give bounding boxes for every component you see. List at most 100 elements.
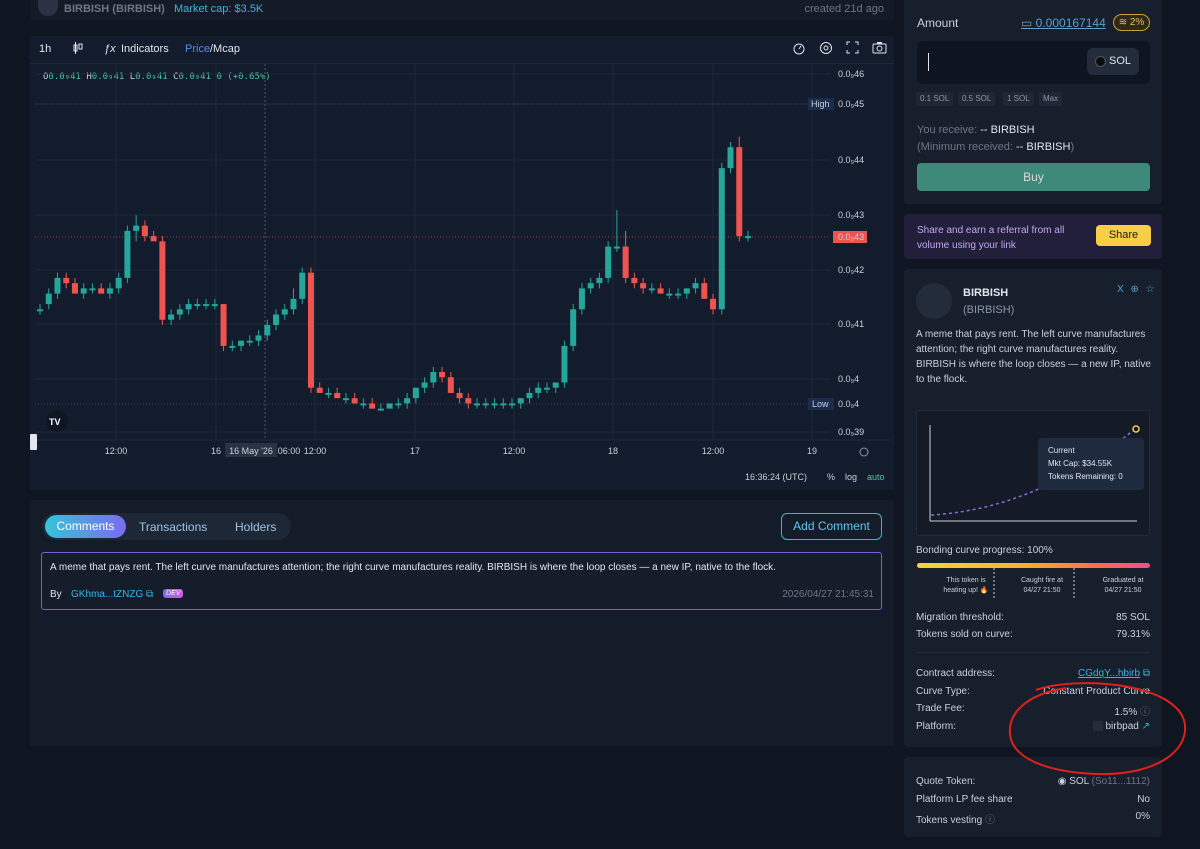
y-tick-label: 0.0₉46 <box>838 69 864 79</box>
candle-body <box>316 387 323 393</box>
tokens-vesting-value: 0% <box>1135 811 1150 822</box>
social-links-icon[interactable]: X ⊕ ☆ <box>1117 284 1157 295</box>
indicators-button[interactable]: Indicators <box>121 43 169 55</box>
price-toggle[interactable]: Price <box>185 43 210 55</box>
comment-card <box>41 552 882 610</box>
x-tick-label: 17 <box>410 446 420 456</box>
y-tick-label: 0.0₉41 <box>838 319 864 329</box>
x-tick-label: 19 <box>807 446 817 456</box>
share-button[interactable]: Share <box>1096 225 1151 246</box>
candle-body <box>421 382 428 388</box>
candle-body <box>238 340 245 346</box>
amount-balance[interactable]: ▭ 0.000167144 <box>1021 16 1106 30</box>
candle-body <box>377 408 384 411</box>
candle-body <box>701 283 708 299</box>
settings-icon[interactable] <box>819 41 833 58</box>
x-tick-label: 18 <box>608 446 618 456</box>
interval-button[interactable]: 1h <box>39 43 51 55</box>
token-description: A meme that pays rent. The left curve ma… <box>916 329 1151 385</box>
candle-body <box>692 283 699 289</box>
candle-body <box>640 283 647 289</box>
bonding-curve-progress-bar <box>917 563 1150 568</box>
milestone-graduated: Graduated at 04/27 21:50 <box>1102 577 1144 594</box>
mcap-toggle[interactable]: /Mcap <box>210 43 240 55</box>
x-tick-label: 16 May '26 <box>229 446 273 456</box>
copy-icon[interactable]: ⧉ <box>1143 668 1150 679</box>
migration-threshold-value: 85 SOL <box>1116 612 1150 623</box>
candle-body <box>264 324 271 336</box>
candle-body <box>71 283 78 294</box>
x-tick-label: 12:00 <box>304 446 327 456</box>
candle-body <box>543 387 550 390</box>
quick-amount-0-5[interactable]: 0.5 SOL <box>958 92 996 106</box>
candle-body <box>229 345 236 348</box>
x-tick-label: 12:00 <box>503 446 526 456</box>
alert-icon[interactable] <box>792 41 806 58</box>
comment-timestamp: 2026/04/27 21:45:31 <box>782 589 874 600</box>
info-icon[interactable]: ⓘ <box>985 815 995 826</box>
text-caret <box>928 53 929 71</box>
tab-comments[interactable]: Comments <box>45 515 126 538</box>
candle-body <box>535 387 542 393</box>
tradingview-logo-text: TV <box>49 417 61 427</box>
created-time: created 21d ago <box>804 3 884 15</box>
quick-amount-0-1[interactable]: 0.1 SOL <box>916 92 954 106</box>
candle-body <box>273 314 279 325</box>
candle-body <box>211 304 218 307</box>
candle-body <box>386 403 393 409</box>
candle-body <box>369 403 376 409</box>
tab-holders[interactable]: Holders <box>235 520 276 534</box>
fullscreen-icon[interactable] <box>846 41 859 57</box>
x-tick-label: 12:00 <box>702 446 725 456</box>
candle-body <box>622 246 629 278</box>
candle-body <box>631 277 638 284</box>
sol-icon <box>1095 56 1106 67</box>
screenshot-icon[interactable] <box>872 41 887 57</box>
candle-body <box>474 403 481 406</box>
candle-body <box>220 304 227 346</box>
candlestick-chart[interactable]: 0.0₉46 High 0.0₉45 0.0₉44 0.0₉43 0.0₉43 0.0₉42… <box>30 64 894 490</box>
candle-body <box>334 392 341 399</box>
candle-body <box>54 277 61 294</box>
y-tick-label: 0.0₉45 <box>838 99 864 109</box>
candle-body <box>491 403 498 406</box>
quick-amount-1[interactable]: 1 SOL <box>1003 92 1034 106</box>
candle-body <box>439 372 446 378</box>
copy-icon[interactable]: ⧉ <box>146 589 153 600</box>
candle-body <box>500 403 507 406</box>
high-label: High <box>811 99 830 109</box>
slippage-badge[interactable]: ≋ 2% <box>1113 14 1150 31</box>
candle-body <box>98 288 105 294</box>
lp-fee-share-label: Platform LP fee share <box>916 794 1013 805</box>
candle-body <box>290 298 297 310</box>
candle-body <box>526 392 533 399</box>
tokens-sold-value: 79.31% <box>1116 629 1150 640</box>
candle-type-icon[interactable] <box>73 42 83 57</box>
candle-body <box>299 272 306 299</box>
indicators-icon[interactable]: ƒx <box>104 43 116 55</box>
curve-current-point <box>1132 425 1140 433</box>
candle-body <box>404 398 411 404</box>
panel-collapse-handle <box>30 434 37 450</box>
buy-button[interactable]: Buy <box>917 163 1150 191</box>
contract-address-value[interactable]: CGdqY...hbirb ⧉ <box>1078 668 1150 679</box>
y-tick-label: 0.0₉39 <box>838 427 864 437</box>
add-comment-button[interactable]: Add Comment <box>781 513 882 540</box>
candle-body <box>45 293 52 305</box>
quick-amount-max[interactable]: Max <box>1039 92 1063 106</box>
market-cap: Market cap: $3.5K <box>174 3 264 15</box>
candle-body <box>613 246 620 249</box>
candle-body <box>710 298 717 310</box>
trade-fee-label: Trade Fee: <box>916 703 965 714</box>
token-avatar <box>916 283 952 319</box>
y-tick-label: 0.0₉42 <box>838 265 864 275</box>
platform-label: Platform: <box>916 721 957 732</box>
tab-transactions[interactable]: Transactions <box>139 520 207 534</box>
comment-author-link[interactable]: GKhma...tZNZG ⧉ <box>71 589 153 600</box>
bonding-curve-progress-label: Bonding curve progress: 100% <box>916 545 1053 556</box>
comment-text: A meme that pays rent. The left curve ma… <box>50 562 776 573</box>
y-tick-label: 0.0₉43 <box>838 232 864 242</box>
candle-body <box>675 293 682 296</box>
candle-body <box>561 345 568 383</box>
candle-body <box>115 277 122 289</box>
